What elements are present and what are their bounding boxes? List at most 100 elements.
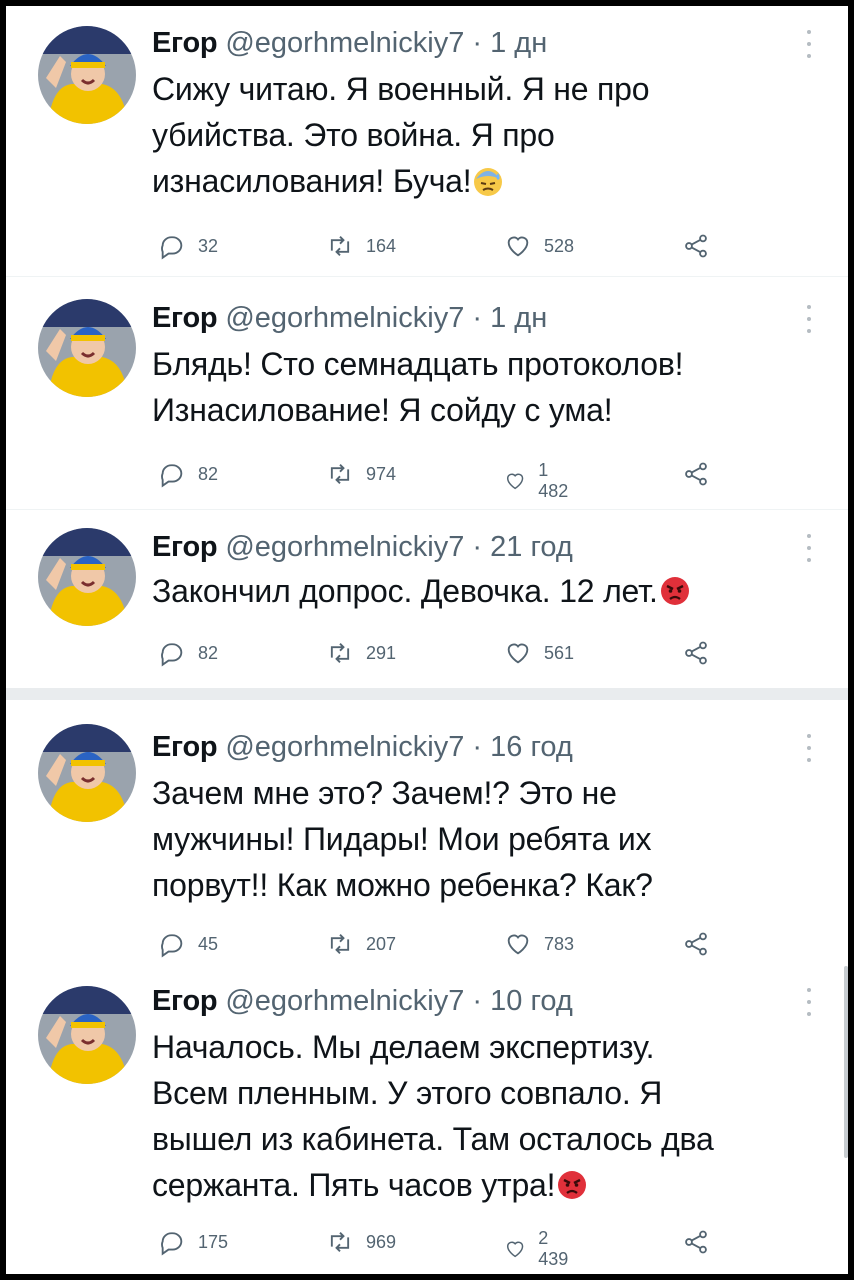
text-line: Изнасилование! Я сойду с ума! — [152, 392, 613, 428]
tweet-text: Сижу читаю. Я военный. Я не про убийства… — [152, 66, 832, 204]
author-name[interactable]: Егор — [152, 302, 218, 334]
text-line: убийства. Это война. Я про — [152, 117, 555, 153]
timeline: Егор @egorhmelnickiy7 · 1 дн Сижу читаю.… — [6, 6, 848, 1274]
timestamp[interactable]: 10 год — [490, 985, 573, 1017]
text-line: порвут!! Как можно ребенка? Как? — [152, 867, 653, 903]
reply-icon — [161, 643, 183, 667]
avatar[interactable] — [38, 986, 136, 1084]
like-count: 2 439 — [538, 1228, 569, 1269]
like-button[interactable]: 528 — [504, 232, 574, 260]
text-line: изнасилования! Буча! — [152, 158, 832, 204]
like-button[interactable]: 783 — [504, 930, 574, 958]
author-handle[interactable]: @egorhmelnickiy7 — [225, 531, 464, 563]
tweet-text: Блядь! Сто семнадцать протоколов! Изнаси… — [152, 341, 832, 433]
like-button[interactable]: 1 482 — [504, 460, 574, 502]
reply-icon — [161, 464, 183, 488]
tweet-text: Закончил допрос. Девочка. 12 лет. — [152, 568, 832, 614]
author-handle[interactable]: @egorhmelnickiy7 — [225, 27, 464, 59]
text-line: Закончил допрос. Девочка. 12 лет. — [152, 568, 832, 614]
retweet-button[interactable]: 969 — [326, 1228, 396, 1256]
text-line: вышел из кабинета. Там осталось два — [152, 1121, 714, 1157]
tweet-header: Егор @egorhmelnickiy7 · 21 год — [152, 530, 573, 564]
share-button[interactable] — [682, 930, 710, 958]
like-count: 783 — [544, 933, 575, 954]
retweet-icon — [330, 464, 350, 484]
retweet-icon — [330, 643, 350, 663]
retweet-count: 291 — [366, 642, 397, 663]
avatar[interactable] — [38, 299, 136, 397]
like-icon — [506, 1241, 524, 1258]
tweet[interactable]: Егор @egorhmelnickiy7 · 1 дн Сижу читаю.… — [6, 6, 848, 276]
reply-button[interactable]: 175 — [158, 1228, 228, 1256]
avatar[interactable] — [38, 26, 136, 124]
share-icon — [685, 641, 707, 665]
retweet-count: 207 — [366, 933, 397, 954]
downcast-sweat-emoji — [474, 168, 503, 196]
separator-dot: · — [472, 731, 483, 763]
like-count: 1 482 — [538, 460, 569, 501]
timestamp[interactable]: 1 дн — [490, 27, 547, 59]
timestamp[interactable]: 1 дн — [490, 302, 547, 334]
author-name[interactable]: Егор — [152, 531, 218, 563]
author-name[interactable]: Егор — [152, 731, 218, 763]
share-button[interactable] — [682, 1228, 710, 1256]
text-line: Всем пленным. У этого совпало. Я — [152, 1075, 663, 1111]
text-line: сержанта. Пять часов утра! — [152, 1162, 832, 1208]
more-icon[interactable] — [806, 988, 812, 1016]
reply-count: 175 — [198, 1231, 229, 1252]
retweet-button[interactable]: 974 — [326, 460, 396, 488]
text-line: мужчины! Пидары! Мои ребята их — [152, 821, 652, 857]
more-icon[interactable] — [806, 30, 812, 58]
share-icon — [685, 234, 707, 258]
separator-dot: · — [472, 985, 483, 1017]
like-count: 528 — [544, 235, 575, 256]
avatar[interactable] — [38, 724, 136, 822]
like-button[interactable]: 561 — [504, 639, 574, 667]
share-icon — [685, 932, 707, 956]
tweet[interactable]: Егор @egorhmelnickiy7 · 1 дн Блядь! Сто … — [6, 277, 848, 509]
text-line: Началось. Мы делаем экспертизу. — [152, 1029, 655, 1065]
share-button[interactable] — [682, 639, 710, 667]
retweet-icon — [330, 934, 350, 954]
reply-button[interactable]: 45 — [158, 930, 218, 958]
like-button[interactable]: 2 439 — [504, 1228, 574, 1270]
tweet[interactable]: Егор @egorhmelnickiy7 · 16 год Зачем мне… — [6, 700, 848, 964]
tweet[interactable]: Егор @egorhmelnickiy7 · 21 год Закончил … — [6, 510, 848, 688]
author-name[interactable]: Егор — [152, 27, 218, 59]
author-name[interactable]: Егор — [152, 985, 218, 1017]
tweet-text: Зачем мне это? Зачем!? Это не мужчины! П… — [152, 770, 832, 908]
reply-count: 45 — [198, 933, 219, 954]
reply-button[interactable]: 32 — [158, 232, 218, 260]
timestamp[interactable]: 16 год — [490, 731, 573, 763]
retweet-button[interactable]: 291 — [326, 639, 396, 667]
reply-button[interactable]: 82 — [158, 460, 218, 488]
author-handle[interactable]: @egorhmelnickiy7 — [225, 731, 464, 763]
author-handle[interactable]: @egorhmelnickiy7 — [225, 985, 464, 1017]
tweet-header: Егор @egorhmelnickiy7 · 10 год — [152, 984, 573, 1018]
reply-icon — [161, 236, 183, 260]
scrollbar[interactable] — [844, 966, 848, 1158]
timestamp[interactable]: 21 год — [490, 531, 573, 563]
retweet-count: 164 — [366, 235, 397, 256]
retweet-button[interactable]: 164 — [326, 232, 396, 260]
tweet-header: Егор @egorhmelnickiy7 · 1 дн — [152, 301, 547, 335]
like-icon — [507, 934, 529, 955]
avatar[interactable] — [38, 528, 136, 626]
retweet-count: 974 — [366, 463, 397, 484]
angry-face-emoji — [660, 577, 689, 605]
retweet-button[interactable]: 207 — [326, 930, 396, 958]
tweet[interactable]: Егор @egorhmelnickiy7 · 10 год Началось.… — [6, 964, 848, 1274]
more-icon[interactable] — [806, 305, 812, 333]
reply-button[interactable]: 82 — [158, 639, 218, 667]
reply-count: 82 — [198, 642, 219, 663]
more-icon[interactable] — [806, 734, 812, 762]
share-button[interactable] — [682, 460, 710, 488]
separator-dot: · — [472, 302, 483, 334]
like-icon — [507, 643, 529, 664]
like-icon — [507, 236, 529, 257]
separator-dot: · — [472, 27, 483, 59]
angry-face-emoji — [558, 1171, 587, 1199]
share-button[interactable] — [682, 232, 710, 260]
author-handle[interactable]: @egorhmelnickiy7 — [225, 302, 464, 334]
more-icon[interactable] — [806, 534, 812, 562]
